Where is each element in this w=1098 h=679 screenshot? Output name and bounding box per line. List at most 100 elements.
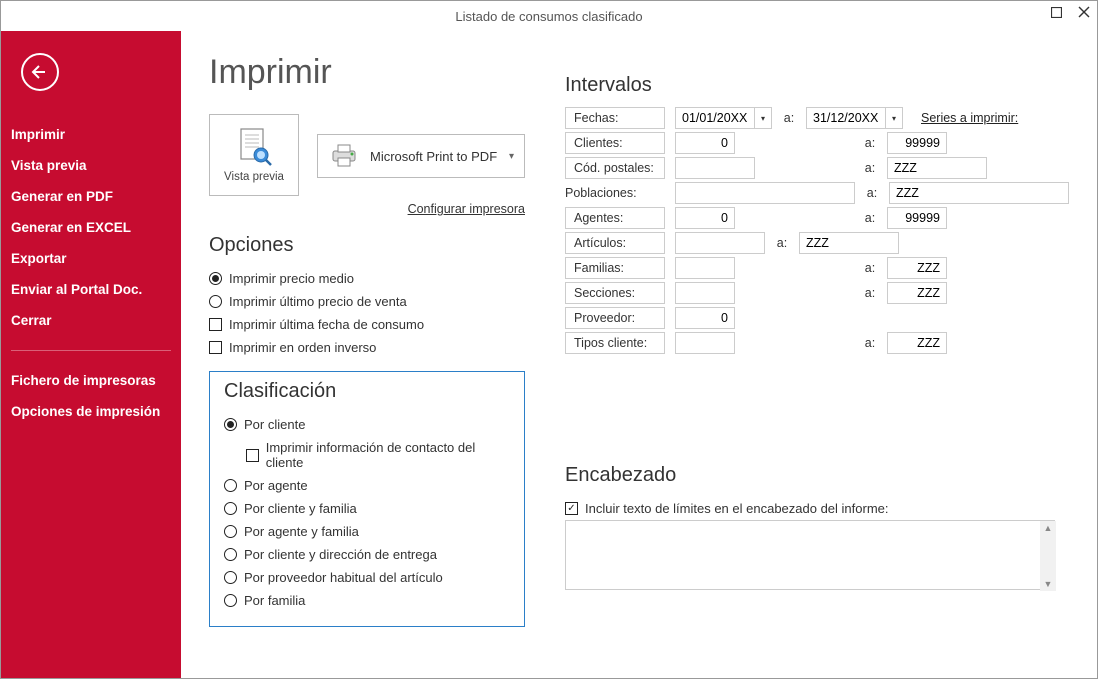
class-por-agente-label: Por agente <box>244 478 308 493</box>
codpost-label: Cód. postales: <box>565 157 665 179</box>
preview-label: Vista previa <box>224 171 284 183</box>
clientes-to-input[interactable] <box>887 132 947 154</box>
articulos-to-input[interactable] <box>799 232 899 254</box>
main-panel: Imprimir Vista previa <box>181 31 1097 678</box>
poblaciones-from-input[interactable] <box>675 182 855 204</box>
class-por-cliente-label: Por cliente <box>244 417 305 432</box>
scroll-down-icon[interactable]: ▼ <box>1042 577 1055 591</box>
textarea-scrollbar[interactable]: ▲ ▼ <box>1040 521 1056 591</box>
printer-select[interactable]: Microsoft Print to PDF ▾ <box>317 134 525 178</box>
sidebar-item-fichero-impresoras[interactable]: Fichero de impresoras <box>1 365 181 396</box>
class-por-cliente-radio[interactable] <box>224 418 237 431</box>
class-cliente-familia-radio[interactable] <box>224 502 237 515</box>
class-cliente-direccion-radio[interactable] <box>224 548 237 561</box>
a-label: a: <box>863 336 877 350</box>
sidebar-item-opciones-impresion[interactable]: Opciones de impresión <box>1 396 181 427</box>
restore-icon[interactable] <box>1049 5 1063 19</box>
a-label: a: <box>775 236 789 250</box>
header-textarea[interactable] <box>565 520 1055 590</box>
document-magnify-icon <box>235 127 273 167</box>
class-cliente-direccion-label: Por cliente y dirección de entrega <box>244 547 437 562</box>
scroll-up-icon[interactable]: ▲ <box>1042 521 1055 535</box>
a-label: a: <box>863 286 877 300</box>
sidebar-item-vista-previa[interactable]: Vista previa <box>1 150 181 181</box>
titlebar: Listado de consumos clasificado <box>1 1 1097 31</box>
poblaciones-to-input[interactable] <box>889 182 1069 204</box>
fechas-to-input[interactable] <box>806 107 886 129</box>
secciones-to-input[interactable] <box>887 282 947 304</box>
sidebar-item-portal[interactable]: Enviar al Portal Doc. <box>1 274 181 305</box>
option-ultima-fecha-label: Imprimir última fecha de consumo <box>229 317 424 332</box>
close-icon[interactable] <box>1077 5 1091 19</box>
option-ultima-fecha-checkbox[interactable] <box>209 318 222 331</box>
a-label: a: <box>865 186 879 200</box>
poblaciones-label: Poblaciones: <box>565 182 665 204</box>
articulos-from-input[interactable] <box>675 232 765 254</box>
familias-label: Familias: <box>565 257 665 279</box>
a-label: a: <box>863 136 877 150</box>
option-precio-medio-radio[interactable] <box>209 272 222 285</box>
familias-from-input[interactable] <box>675 257 735 279</box>
agentes-to-input[interactable] <box>887 207 947 229</box>
intervals-heading: Intervalos <box>565 74 1069 97</box>
classification-box: Clasificación Por cliente Imprimir infor… <box>209 371 525 627</box>
a-label: a: <box>863 261 877 275</box>
option-ultimo-precio-radio[interactable] <box>209 295 222 308</box>
sidebar-item-imprimir[interactable]: Imprimir <box>1 119 181 150</box>
class-familia-radio[interactable] <box>224 594 237 607</box>
class-agente-familia-radio[interactable] <box>224 525 237 538</box>
sidebar-item-pdf[interactable]: Generar en PDF <box>1 181 181 212</box>
proveedor-from-input[interactable] <box>675 307 735 329</box>
sidebar-separator <box>11 350 171 351</box>
class-contact-checkbox[interactable] <box>246 449 259 462</box>
secciones-label: Secciones: <box>565 282 665 304</box>
fechas-to-dropdown[interactable]: ▾ <box>885 107 903 129</box>
fechas-from-dropdown[interactable]: ▾ <box>754 107 772 129</box>
classification-heading: Clasificación <box>224 380 510 403</box>
tipos-from-input[interactable] <box>675 332 735 354</box>
clientes-from-input[interactable] <box>675 132 735 154</box>
class-familia-label: Por familia <box>244 593 305 608</box>
proveedor-label: Proveedor: <box>565 307 665 329</box>
options-heading: Opciones <box>209 234 525 257</box>
printer-name: Microsoft Print to PDF <box>370 149 497 164</box>
class-proveedor-label: Por proveedor habitual del artículo <box>244 570 443 585</box>
option-orden-inverso-checkbox[interactable] <box>209 341 222 354</box>
agentes-from-input[interactable] <box>675 207 735 229</box>
class-cliente-familia-label: Por cliente y familia <box>244 501 357 516</box>
header-heading: Encabezado <box>565 464 1069 487</box>
header-include-label: Incluir texto de límites en el encabezad… <box>585 501 889 516</box>
option-precio-medio-label: Imprimir precio medio <box>229 271 354 286</box>
option-orden-inverso-label: Imprimir en orden inverso <box>229 340 376 355</box>
sidebar-item-excel[interactable]: Generar en EXCEL <box>1 212 181 243</box>
header-include-checkbox[interactable] <box>565 502 578 515</box>
tipos-to-input[interactable] <box>887 332 947 354</box>
a-label: a: <box>863 161 877 175</box>
class-por-agente-radio[interactable] <box>224 479 237 492</box>
chevron-down-icon: ▾ <box>509 151 514 162</box>
articulos-label: Artículos: <box>565 232 665 254</box>
class-agente-familia-label: Por agente y familia <box>244 524 359 539</box>
fechas-label: Fechas: <box>565 107 665 129</box>
class-contact-label: Imprimir información de contacto del cli… <box>266 440 510 470</box>
back-button[interactable] <box>21 53 59 91</box>
codpost-to-input[interactable] <box>887 157 987 179</box>
class-proveedor-radio[interactable] <box>224 571 237 584</box>
app-window: Listado de consumos clasificado Imprimir… <box>0 0 1098 679</box>
fechas-from-input[interactable] <box>675 107 755 129</box>
sidebar-item-exportar[interactable]: Exportar <box>1 243 181 274</box>
window-title: Listado de consumos clasificado <box>455 9 642 24</box>
printer-icon <box>330 143 358 169</box>
series-link[interactable]: Series a imprimir: <box>921 111 1018 125</box>
secciones-from-input[interactable] <box>675 282 735 304</box>
agentes-label: Agentes: <box>565 207 665 229</box>
familias-to-input[interactable] <box>887 257 947 279</box>
sidebar: Imprimir Vista previa Generar en PDF Gen… <box>1 31 181 678</box>
a-label: a: <box>782 111 796 125</box>
tipos-label: Tipos cliente: <box>565 332 665 354</box>
codpost-from-input[interactable] <box>675 157 755 179</box>
configure-printer-link[interactable]: Configurar impresora <box>408 202 525 216</box>
sidebar-item-cerrar[interactable]: Cerrar <box>1 305 181 336</box>
a-label: a: <box>863 211 877 225</box>
preview-button[interactable]: Vista previa <box>209 114 299 196</box>
